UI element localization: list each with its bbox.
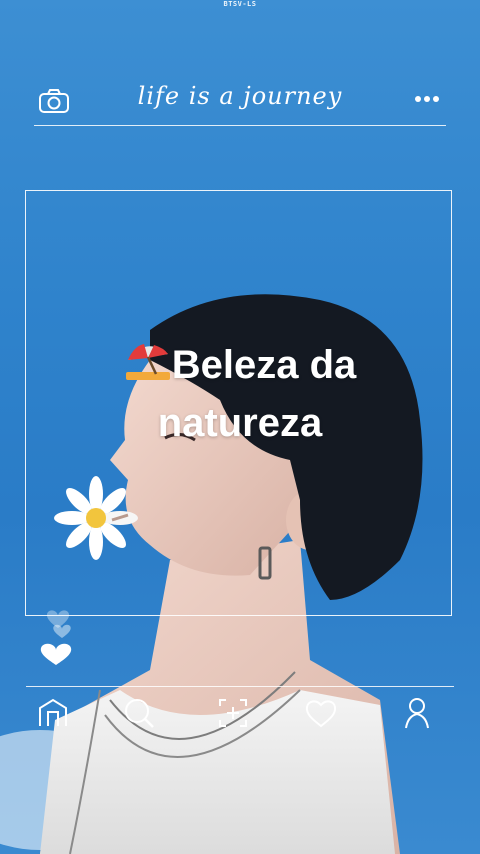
profile-icon[interactable]	[400, 696, 434, 732]
caption-line-2: natureza	[157, 401, 323, 445]
header-divider	[34, 125, 446, 126]
search-icon[interactable]	[122, 696, 156, 732]
add-post-icon[interactable]	[216, 696, 250, 732]
page-title: life is a journey	[137, 82, 343, 110]
more-dots-icon[interactable]	[414, 94, 440, 104]
caption-line-1: Beleza da	[171, 343, 357, 387]
footer-divider	[26, 686, 454, 687]
watermark: BTSV-LS	[223, 0, 257, 8]
beach-umbrella-icon	[124, 340, 172, 382]
like-indicator[interactable]	[38, 610, 78, 670]
heart-icon[interactable]	[304, 696, 338, 732]
app-header: life is a journey	[34, 80, 446, 126]
bottom-nav	[26, 696, 454, 736]
home-icon[interactable]	[36, 696, 70, 732]
post-caption: Beleza da natureza	[60, 336, 420, 452]
